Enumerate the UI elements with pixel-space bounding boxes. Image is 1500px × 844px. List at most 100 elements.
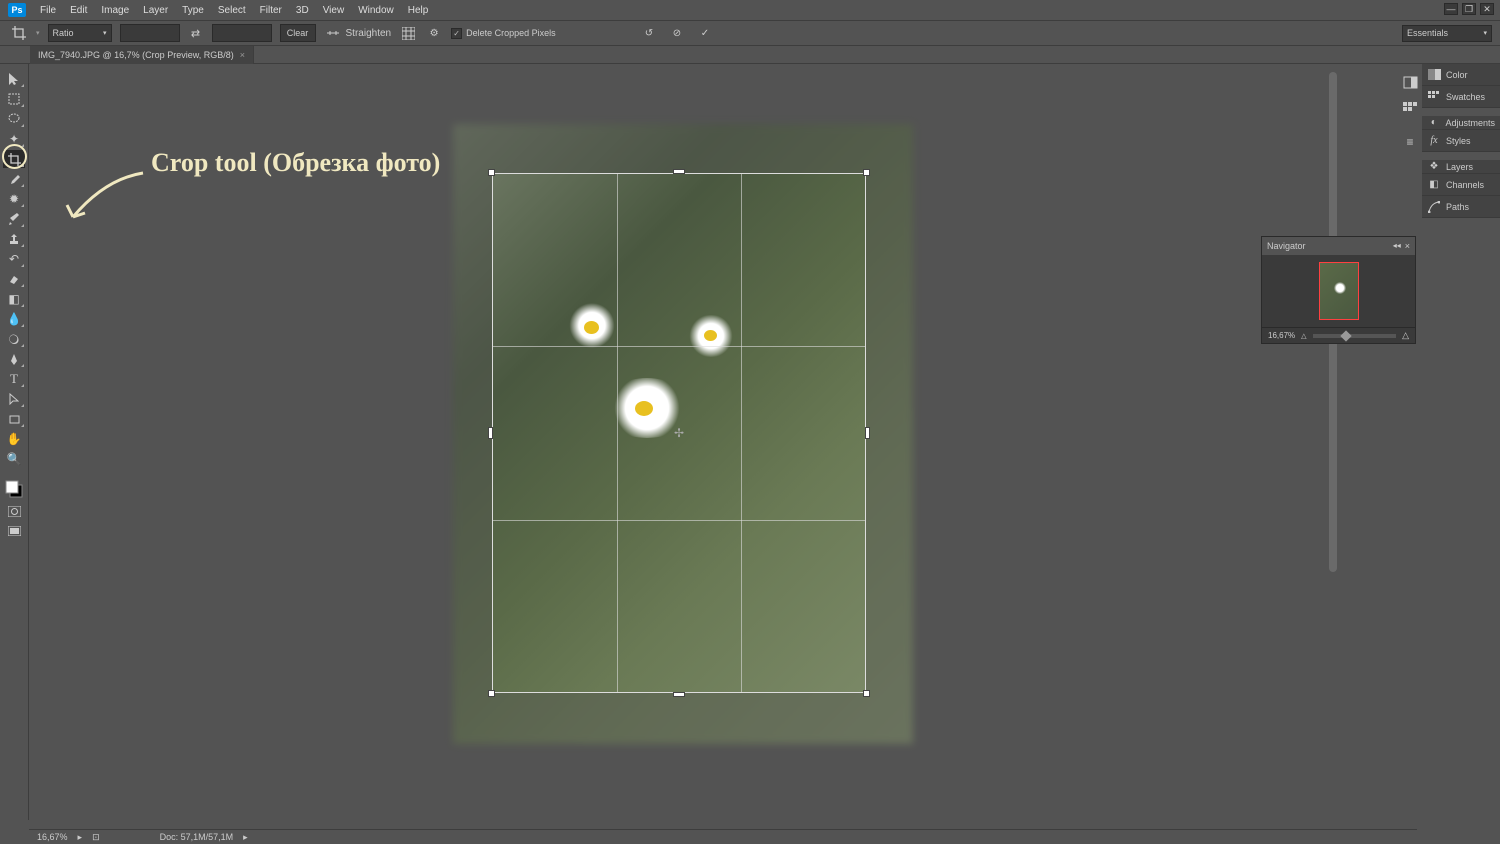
crop-tool-indicator-icon[interactable] xyxy=(10,24,28,42)
move-tool[interactable] xyxy=(3,70,25,88)
crop-handle-bottom[interactable] xyxy=(673,692,685,697)
channels-panel-icon: ◧ xyxy=(1427,178,1441,192)
clear-button[interactable]: Clear xyxy=(280,24,316,42)
crop-handle-right[interactable] xyxy=(865,427,870,439)
dodge-tool[interactable]: 🔾 xyxy=(3,330,25,348)
screen-mode-toggle[interactable] xyxy=(3,522,25,540)
panel-swatches[interactable]: Swatches xyxy=(1422,86,1500,108)
color-panel-icon xyxy=(1427,68,1441,82)
menu-bar: Ps File Edit Image Layer Type Select Fil… xyxy=(0,0,1500,20)
crop-grid-line xyxy=(492,520,866,521)
menu-select[interactable]: Select xyxy=(218,5,246,16)
blur-tool[interactable]: 💧 xyxy=(3,310,25,328)
type-tool[interactable]: T xyxy=(3,370,25,388)
gradient-tool[interactable]: ◧ xyxy=(3,290,25,308)
straighten-icon[interactable] xyxy=(324,24,342,42)
status-expand-icon[interactable]: ▸ xyxy=(78,832,83,843)
status-expose-icon[interactable]: ⊡ xyxy=(92,832,100,843)
reset-crop-icon[interactable]: ↺ xyxy=(640,24,658,42)
menu-3d[interactable]: 3D xyxy=(296,5,309,16)
panel-adjustments[interactable]: ◐ Adjustments xyxy=(1422,108,1500,130)
commit-crop-icon[interactable]: ✓ xyxy=(696,24,714,42)
crop-grid-line xyxy=(741,173,742,693)
path-selection-tool[interactable] xyxy=(3,390,25,408)
close-button[interactable]: ✕ xyxy=(1480,3,1494,15)
navigator-zoom-slider[interactable] xyxy=(1313,334,1397,338)
workspace-select[interactable]: Essentials ▾ xyxy=(1402,25,1492,42)
canvas-area[interactable]: ✢ Crop tool (Обрезка фото) xyxy=(29,64,1338,820)
menu-image[interactable]: Image xyxy=(101,5,129,16)
hand-tool[interactable]: ✋ xyxy=(3,430,25,448)
navigator-thumbnail[interactable] xyxy=(1319,262,1359,320)
crop-handle-top-left[interactable] xyxy=(488,169,495,176)
color-swatches[interactable] xyxy=(3,478,25,500)
crop-height-input[interactable] xyxy=(212,24,272,42)
crop-box[interactable]: ✢ xyxy=(492,173,866,693)
marquee-tool[interactable] xyxy=(3,90,25,108)
pen-tool[interactable] xyxy=(3,350,25,368)
panel-label: Color xyxy=(1446,70,1468,80)
panel-collapse-icon[interactable]: ◂◂ xyxy=(1393,241,1401,251)
collapsed-panel-icon[interactable]: ≡ xyxy=(1400,132,1420,152)
zoom-tool[interactable]: 🔍 xyxy=(3,450,25,468)
panel-channels[interactable]: ◧ Channels xyxy=(1422,174,1500,196)
minimize-button[interactable]: — xyxy=(1444,3,1458,15)
crop-width-input[interactable] xyxy=(120,24,180,42)
zoom-out-icon[interactable]: △ xyxy=(1301,332,1306,340)
status-doc-arrow-icon[interactable]: ▸ xyxy=(243,832,248,843)
delete-cropped-checkbox[interactable]: ✓ xyxy=(451,28,462,39)
lasso-tool[interactable] xyxy=(3,110,25,128)
collapsed-panel-icon[interactable] xyxy=(1400,98,1420,118)
eyedropper-tool[interactable] xyxy=(3,170,25,188)
quick-mask-toggle[interactable] xyxy=(3,502,25,520)
rectangle-tool[interactable] xyxy=(3,410,25,428)
zoom-in-icon[interactable]: △ xyxy=(1402,330,1409,341)
menu-edit[interactable]: Edit xyxy=(70,5,87,16)
collapsed-panel-icon[interactable] xyxy=(1400,72,1420,92)
workspace-label: Essentials xyxy=(1407,28,1448,38)
crop-preset-select[interactable]: Ratio ▾ xyxy=(48,24,112,42)
panel-label: Adjustments xyxy=(1445,118,1495,128)
menu-view[interactable]: View xyxy=(323,5,345,16)
brush-tool[interactable] xyxy=(3,210,25,228)
eraser-tool[interactable] xyxy=(3,270,25,288)
menu-help[interactable]: Help xyxy=(408,5,429,16)
panel-styles[interactable]: fx Styles xyxy=(1422,130,1500,152)
clone-stamp-tool[interactable] xyxy=(3,230,25,248)
navigator-zoom-value[interactable]: 16,67% xyxy=(1268,331,1295,340)
magic-wand-tool[interactable]: ✦ xyxy=(3,130,25,148)
navigator-panel[interactable]: Navigator ◂◂ × 16,67% △ △ xyxy=(1261,236,1416,344)
crop-handle-top-right[interactable] xyxy=(863,169,870,176)
healing-brush-tool[interactable]: ✹ xyxy=(3,190,25,208)
document-tab[interactable]: IMG_7940.JPG @ 16,7% (Crop Preview, RGB/… xyxy=(30,46,254,64)
maximize-button[interactable]: ❐ xyxy=(1462,3,1476,15)
crop-handle-top[interactable] xyxy=(673,169,685,174)
status-zoom[interactable]: 16,67% xyxy=(37,832,68,842)
menu-filter[interactable]: Filter xyxy=(260,5,282,16)
menu-layer[interactable]: Layer xyxy=(143,5,168,16)
panel-color[interactable]: Color xyxy=(1422,64,1500,86)
panel-layers[interactable]: ❖ Layers xyxy=(1422,152,1500,174)
document-tab-title: IMG_7940.JPG @ 16,7% (Crop Preview, RGB/… xyxy=(38,50,234,60)
status-doc-info[interactable]: Doc: 57,1M/57,1M xyxy=(160,832,234,842)
menu-type[interactable]: Type xyxy=(182,5,204,16)
cancel-crop-icon[interactable]: ⊘ xyxy=(668,24,686,42)
panel-label: Swatches xyxy=(1446,92,1485,102)
history-brush-tool[interactable]: ↶ xyxy=(3,250,25,268)
crop-tool[interactable] xyxy=(3,150,25,168)
panel-paths[interactable]: Paths xyxy=(1422,196,1500,218)
menu-file[interactable]: File xyxy=(40,5,56,16)
crop-handle-bottom-right[interactable] xyxy=(863,690,870,697)
crop-handle-bottom-left[interactable] xyxy=(488,690,495,697)
navigator-preview[interactable] xyxy=(1262,255,1415,327)
crop-handle-left[interactable] xyxy=(488,427,493,439)
document-tab-bar: IMG_7940.JPG @ 16,7% (Crop Preview, RGB/… xyxy=(0,46,1500,64)
crop-options-gear-icon[interactable]: ⚙ xyxy=(425,24,443,42)
delete-cropped-label: Delete Cropped Pixels xyxy=(466,28,556,38)
menu-window[interactable]: Window xyxy=(358,5,394,16)
close-tab-icon[interactable]: × xyxy=(240,50,245,60)
swap-dimensions-icon[interactable]: ⇄ xyxy=(188,24,204,42)
crop-grid-line xyxy=(492,346,866,347)
panel-close-icon[interactable]: × xyxy=(1405,241,1410,251)
overlay-options-icon[interactable] xyxy=(399,24,417,42)
